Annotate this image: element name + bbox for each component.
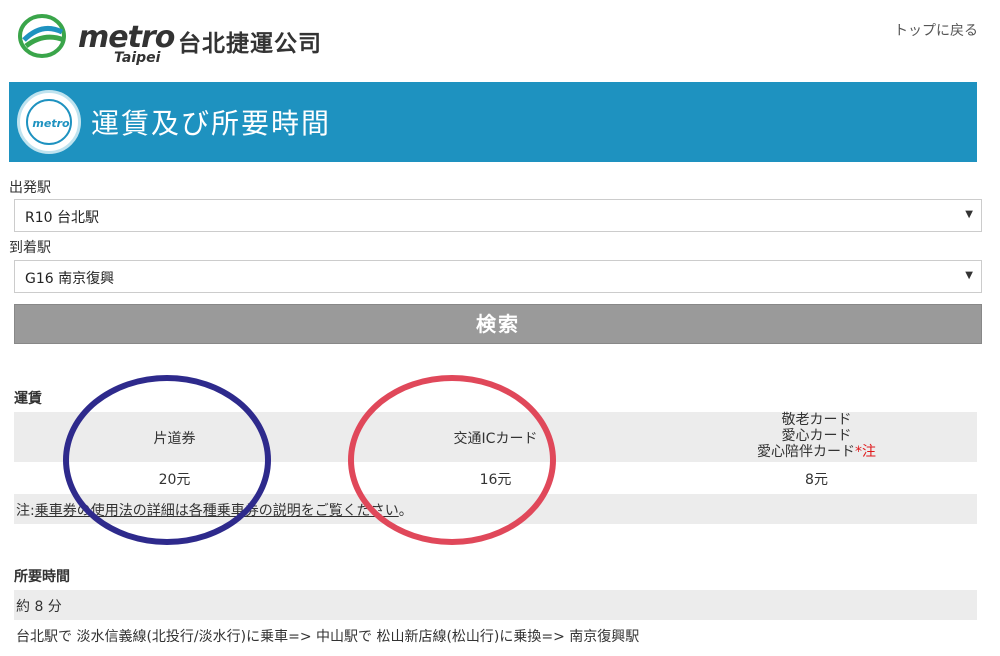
departure-select[interactable]: R10 台北駅 ▼ bbox=[14, 199, 982, 232]
page-title: 運賃及び所要時間 bbox=[91, 107, 332, 140]
departure-value: R10 台北駅 bbox=[25, 210, 99, 226]
dropdown-arrow-icon: ▼ bbox=[965, 209, 973, 220]
note-prefix: 注: bbox=[16, 503, 35, 519]
concession-card-1: 敬老カード bbox=[781, 412, 852, 428]
site-header: metro Taipei 台北捷運公司 トップに戻る bbox=[0, 0, 1000, 80]
concession-card-3-line: 愛心陪伴カード*注 bbox=[656, 444, 977, 460]
page-banner: metro 運賃及び所要時間 bbox=[9, 82, 977, 162]
fare-header-concession-cards: 敬老カード 愛心カード 愛心陪伴カード*注 bbox=[656, 412, 977, 460]
metro-logo-icon bbox=[18, 14, 66, 58]
time-section-title: 所要時間 bbox=[14, 569, 70, 585]
search-button[interactable]: 検索 bbox=[14, 304, 982, 344]
duration-row: 約 8 分 bbox=[14, 590, 977, 620]
dropdown-arrow-icon: ▼ bbox=[965, 270, 973, 281]
logo-chinese-name: 台北捷運公司 bbox=[178, 31, 322, 57]
back-to-top-link[interactable]: トップに戻る bbox=[894, 20, 978, 40]
fare-value-concession: 8元 bbox=[805, 472, 828, 488]
concession-card-2: 愛心カード bbox=[781, 428, 852, 444]
red-annotation-circle bbox=[348, 375, 556, 545]
arrival-select[interactable]: G16 南京復興 ▼ bbox=[14, 260, 982, 293]
blue-annotation-circle bbox=[63, 375, 271, 545]
duration-text: 約 8 分 bbox=[16, 599, 62, 615]
metro-taipei-logo[interactable]: metro Taipei 台北捷運公司 bbox=[18, 12, 348, 68]
metro-badge-icon: metro bbox=[17, 90, 81, 154]
concession-note-mark[interactable]: *注 bbox=[855, 444, 876, 460]
route-text: 台北駅で 淡水信義線(北投行/淡水行)に乗車=> 中山駅で 松山新店線(松山行)… bbox=[16, 629, 640, 645]
badge-text: metro bbox=[32, 117, 70, 130]
badge-ring: metro bbox=[26, 99, 72, 145]
departure-label: 出発駅 bbox=[9, 180, 51, 196]
arrival-label: 到着駅 bbox=[9, 240, 51, 256]
route-row: 台北駅で 淡水信義線(北投行/淡水行)に乗車=> 中山駅で 松山新店線(松山行)… bbox=[14, 620, 977, 650]
logo-sub: Taipei bbox=[114, 50, 161, 66]
fare-section-title: 運賃 bbox=[14, 391, 42, 407]
arrival-value: G16 南京復興 bbox=[25, 271, 115, 287]
concession-card-3: 愛心陪伴カード bbox=[757, 444, 855, 460]
